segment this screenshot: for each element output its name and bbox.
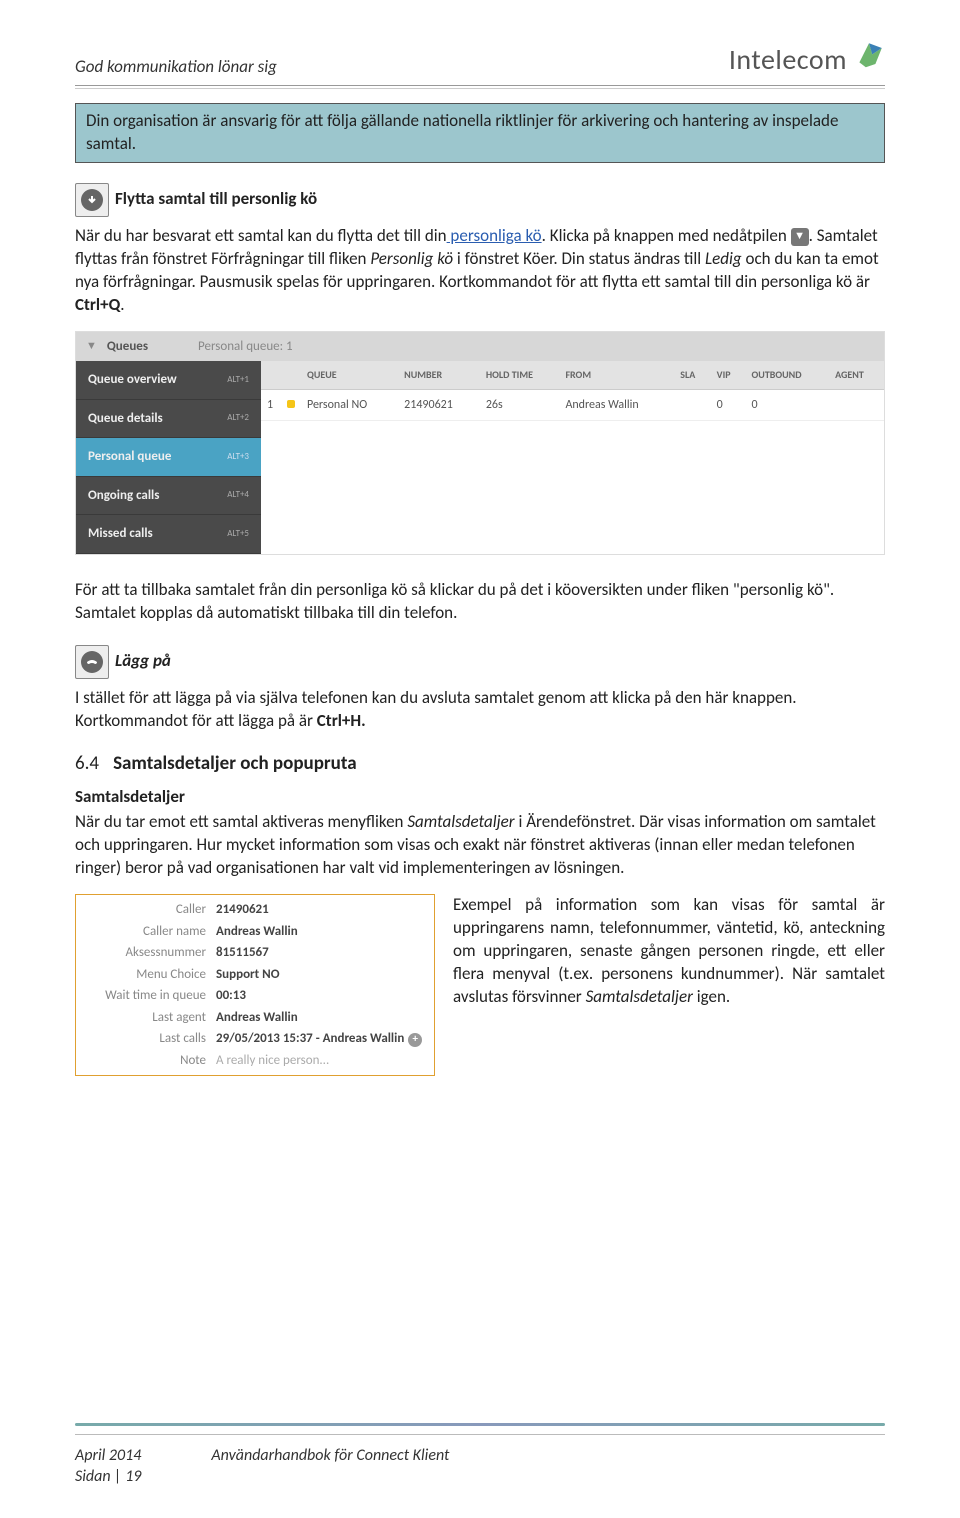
plus-icon[interactable]: + xyxy=(408,1033,422,1047)
queue-row[interactable]: 1 Personal NO 21490621 26s Andreas Walli… xyxy=(261,389,884,420)
queues-label: Queues xyxy=(107,338,148,356)
sec1-paragraph: När du har besvarat ett samtal kan du fl… xyxy=(75,225,885,317)
footer-title: Användarhandbok för Connect Klient xyxy=(211,1445,449,1488)
collapse-icon[interactable]: ▼ xyxy=(86,339,97,354)
sidebar-item-overview[interactable]: Queue overviewALT+1 xyxy=(76,361,261,400)
call-details-box: Caller21490621 Caller nameAndreas Wallin… xyxy=(75,894,435,1076)
queues-screenshot: ▼ Queues Personal queue: 1 Queue overvie… xyxy=(75,331,885,555)
header-tagline: God kommunikation lönar sig xyxy=(75,56,277,79)
logo-text: Intelecom xyxy=(729,41,847,79)
note-field[interactable]: A really nice person... xyxy=(216,1052,434,1070)
sec3-paragraph: När du tar emot ett samtal aktiveras men… xyxy=(75,811,885,880)
queue-table: QUEUE NUMBER HOLD TIME FROM SLA VIP OUTB… xyxy=(261,361,884,421)
queues-sidebar: Queue overviewALT+1 Queue detailsALT+2 P… xyxy=(76,361,261,554)
move-to-queue-icon xyxy=(75,183,109,217)
sidebar-item-ongoing[interactable]: Ongoing callsALT+4 xyxy=(76,477,261,516)
section-number: 6.4 xyxy=(75,751,99,777)
status-dot-icon xyxy=(287,400,295,408)
callout-text: Din organisation är ansvarig för att föl… xyxy=(86,110,838,154)
page-footer: April 2014 Sidan | 19 Användarhandbok fö… xyxy=(75,1423,885,1488)
sec1b-paragraph: För att ta tillbaka samtalet från din pe… xyxy=(75,579,885,625)
callout-box: Din organisation är ansvarig för att föl… xyxy=(75,103,885,163)
footer-date: April 2014 xyxy=(75,1445,141,1467)
logo-icon xyxy=(853,40,885,79)
queues-header-status: Personal queue: 1 xyxy=(198,338,293,356)
sec2-paragraph: I stället för att lägga på via själva te… xyxy=(75,687,885,733)
subsection-title: Samtalsdetaljer xyxy=(75,786,885,809)
logo: Intelecom xyxy=(729,40,885,79)
down-arrow-icon: ▼ xyxy=(791,228,809,246)
sidebar-item-missed[interactable]: Missed callsALT+5 xyxy=(76,515,261,554)
section-title-move: Flytta samtal till personlig kö xyxy=(115,188,317,211)
hangup-icon xyxy=(75,645,109,679)
sidebar-item-personal[interactable]: Personal queueALT+3 xyxy=(76,438,261,477)
section-title-details: Samtalsdetaljer och popupruta xyxy=(113,751,357,777)
sidebar-item-details[interactable]: Queue detailsALT+2 xyxy=(76,400,261,439)
footer-page: Sidan | 19 xyxy=(75,1466,141,1488)
details-side-text: Exempel på information som kan visas för… xyxy=(453,894,885,1009)
personal-queue-link[interactable]: personliga kö xyxy=(447,225,542,246)
section-title-hangup: Lägg på xyxy=(115,650,171,673)
